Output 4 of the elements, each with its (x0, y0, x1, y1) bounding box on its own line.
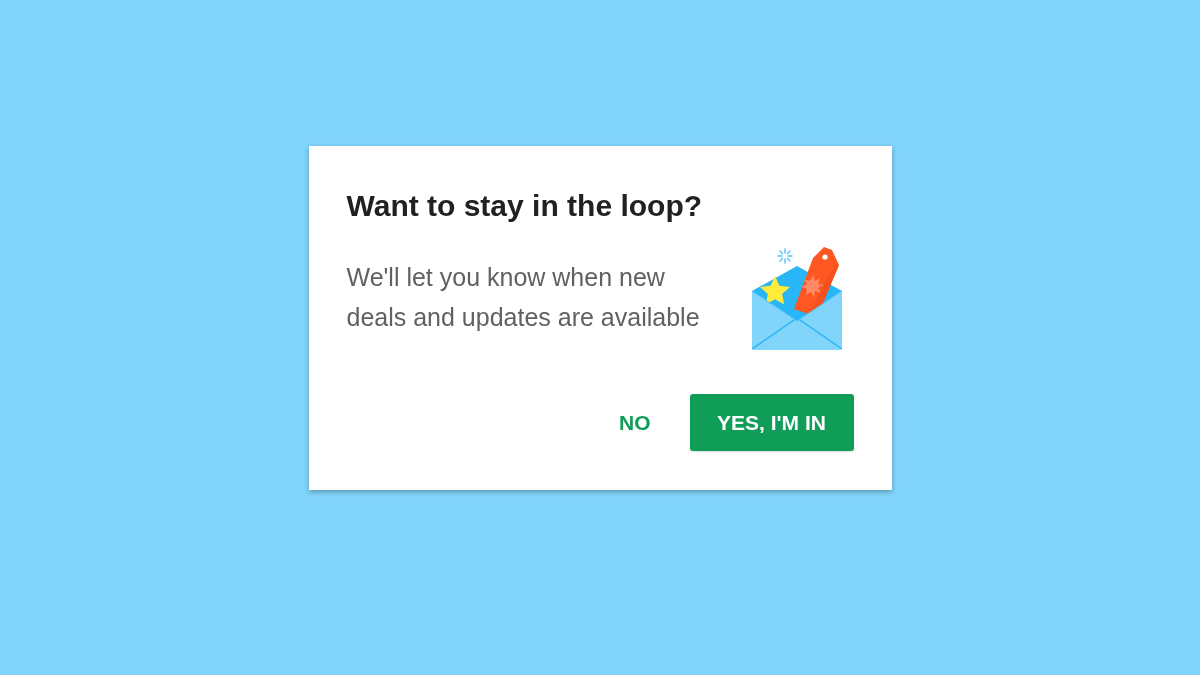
dialog-title: Want to stay in the loop? (346, 188, 704, 224)
dialog-message: We'll let you know when new deals and updates are available (346, 262, 701, 333)
confirm-button[interactable]: YES, I'M IN (689, 394, 854, 451)
dismiss-button[interactable]: NO (603, 394, 667, 451)
